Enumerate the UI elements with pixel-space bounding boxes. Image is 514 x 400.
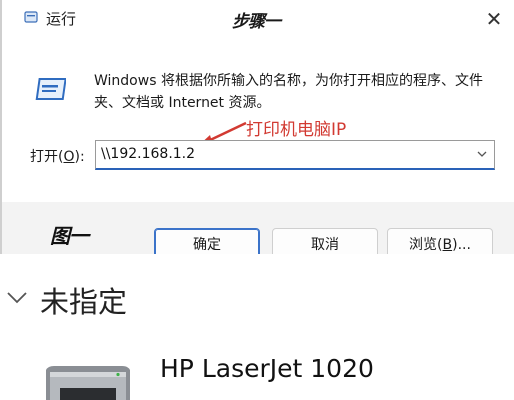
open-input[interactable]: \\192.168.1.2 xyxy=(101,146,195,162)
run-large-icon xyxy=(35,78,66,100)
open-label-suffix: ): xyxy=(74,149,85,165)
close-icon: ✕ xyxy=(485,7,503,31)
printer-name: HP LaserJet 1020 xyxy=(160,354,374,383)
open-label-accel: O xyxy=(63,149,75,165)
close-button[interactable]: ✕ xyxy=(482,5,506,33)
open-combobox[interactable]: \\192.168.1.2 xyxy=(95,140,495,170)
figure-annotation: 图一 xyxy=(50,224,89,248)
open-label-prefix: 打开( xyxy=(30,149,64,165)
dialog-title: 运行 xyxy=(46,10,77,28)
browse-label-prefix: 浏览( xyxy=(409,237,443,253)
run-app-icon xyxy=(24,11,38,23)
step-annotation: 步骤一 xyxy=(232,12,281,32)
run-description: Windows 将根据你所输入的名称，为你打开相应的程序、文件夹、文档或 Int… xyxy=(94,73,483,111)
browse-label-suffix: )... xyxy=(452,237,471,253)
run-dialog: 运行 步骤一 ✕ Windows 将根据你所输入的名称，为你打开相应的程序、文件… xyxy=(0,0,514,254)
browse-button[interactable]: 浏览(B)... xyxy=(387,228,493,254)
cancel-button[interactable]: 取消 xyxy=(272,228,378,254)
titlebar: 运行 步骤一 ✕ xyxy=(2,0,514,40)
printer-icon xyxy=(46,366,130,400)
ok-button[interactable]: 确定 xyxy=(154,228,260,254)
open-label: 打开(O): xyxy=(30,146,85,166)
browse-label-accel: B xyxy=(442,237,453,253)
section-title: 未指定 xyxy=(40,285,128,319)
ip-annotation: 打印机电脑IP xyxy=(246,120,347,140)
chevron-down-icon[interactable] xyxy=(476,148,488,160)
chevron-down-icon[interactable] xyxy=(6,290,28,304)
